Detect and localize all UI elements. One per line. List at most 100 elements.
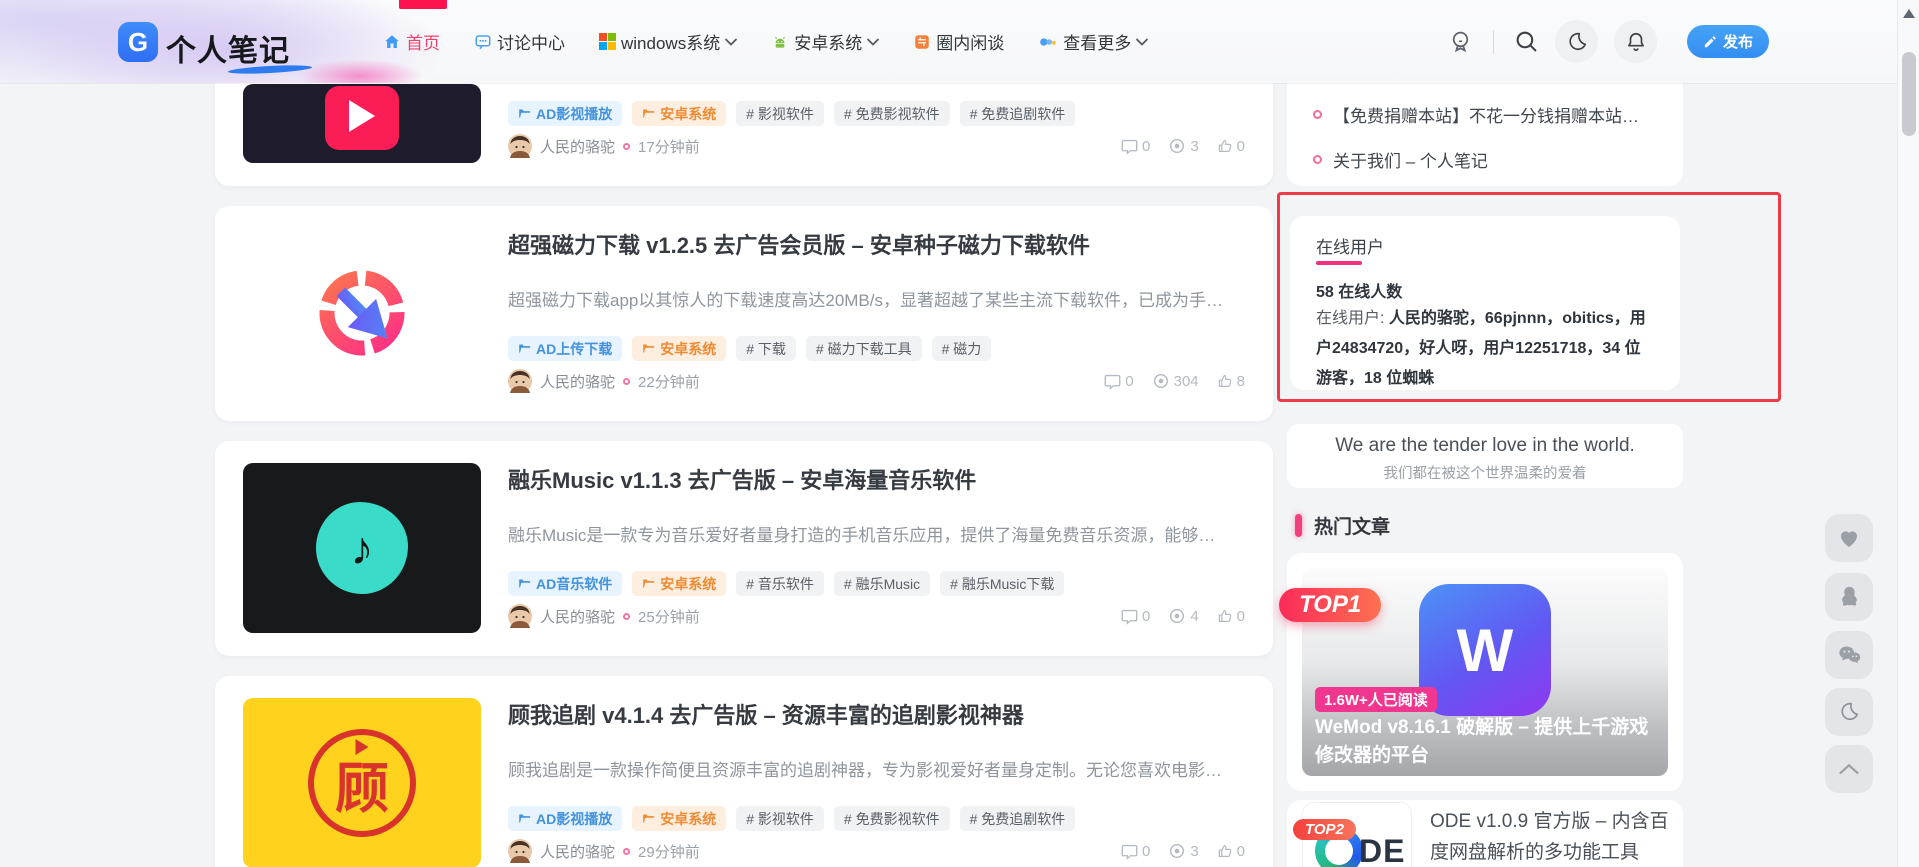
- hash-tag[interactable]: # 融乐Music: [834, 571, 930, 596]
- wechat-button[interactable]: [1825, 631, 1873, 679]
- post-card[interactable]: 顾 顾我追剧 v4.1.4 去广告版 – 资源丰富的追剧影视神器 顾我追剧是一款…: [215, 676, 1273, 867]
- avatar[interactable]: [508, 839, 532, 863]
- hash-tag[interactable]: # 免费追剧软件: [960, 101, 1076, 126]
- view-count: 304: [1174, 373, 1199, 390]
- search-button[interactable]: [1514, 29, 1539, 54]
- post-title[interactable]: 顾我追剧 v4.1.4 去广告版 – 资源丰富的追剧影视神器: [508, 698, 1248, 730]
- author-name[interactable]: 人民的骆驼: [540, 841, 615, 862]
- like-icon[interactable]: [1217, 843, 1233, 859]
- hot-articles-title: 热门文章: [1314, 512, 1390, 539]
- nav-label: 讨论中心: [497, 29, 565, 54]
- top2-article-title[interactable]: ODE v1.0.9 官方版 – 内含百度网盘解析的多功能工具: [1430, 806, 1686, 867]
- post-thumbnail[interactable]: [243, 84, 481, 163]
- post-thumbnail[interactable]: 顾: [243, 698, 481, 867]
- folder-icon: [642, 577, 655, 590]
- scrollbar[interactable]: [1897, 0, 1919, 867]
- main-nav: 首页 讨论中心 windows系统 安卓系统 圈内闲谈: [383, 0, 1148, 83]
- sidebar-link-donate[interactable]: 【免费捐赠本站】不花一分钱捐赠本站…: [1313, 102, 1663, 127]
- view-count: 3: [1190, 843, 1198, 860]
- dark-mode-button[interactable]: [1825, 688, 1873, 736]
- post-thumbnail[interactable]: [243, 228, 481, 398]
- folder-icon: [642, 107, 655, 120]
- category-tag[interactable]: 安卓系统: [632, 806, 726, 831]
- notifications-button[interactable]: [1614, 20, 1657, 63]
- nav-label: 圈内闲谈: [936, 29, 1004, 54]
- sidebar-link-about[interactable]: 关于我们 – 个人笔记: [1313, 147, 1663, 172]
- nav-item-discussion[interactable]: 讨论中心: [474, 29, 565, 54]
- quote-card: We are the tender love in the world. 我们都…: [1287, 424, 1683, 488]
- post-card[interactable]: 超强磁力下载 v1.2.5 去广告会员版 – 安卓种子磁力下载软件 超强磁力下载…: [215, 206, 1273, 421]
- avatar[interactable]: [508, 369, 532, 393]
- folder-icon: [642, 812, 655, 825]
- eye-icon: [1168, 607, 1186, 625]
- hash-tag[interactable]: # 免费追剧软件: [960, 806, 1076, 831]
- scroll-up-arrow[interactable]: [1903, 9, 1915, 18]
- link-label: 【免费捐赠本站】不花一分钱捐赠本站…: [1333, 102, 1639, 127]
- hash-tag[interactable]: # 影视软件: [736, 101, 824, 126]
- folder-icon: [518, 107, 531, 120]
- hot-article-top2[interactable]: DE TOP2 ODE v1.0.9 官方版 – 内含百度网盘解析的多功能工具: [1287, 800, 1683, 867]
- hash-tag[interactable]: # 融乐Music下载: [940, 571, 1064, 596]
- hot-articles-header: 热门文章: [1295, 512, 1390, 539]
- site-logo[interactable]: G: [118, 22, 158, 62]
- nav-item-windows[interactable]: windows系统: [599, 29, 737, 54]
- back-to-top-button[interactable]: [1825, 745, 1873, 793]
- author-name[interactable]: 人民的骆驼: [540, 606, 615, 627]
- avatar[interactable]: [508, 134, 532, 158]
- comment-icon: [1121, 608, 1138, 625]
- member-badge-button[interactable]: [1448, 29, 1473, 54]
- category-tag[interactable]: 安卓系统: [632, 336, 726, 361]
- top2-badge: TOP2: [1293, 819, 1356, 840]
- chevron-down-icon: [867, 38, 879, 46]
- hash-tag[interactable]: # 下载: [736, 336, 796, 361]
- like-icon[interactable]: [1217, 373, 1233, 389]
- like-icon[interactable]: [1217, 608, 1233, 624]
- scrollbar-thumb[interactable]: [1902, 52, 1916, 136]
- more-icon: [1038, 34, 1058, 50]
- online-count: 58 在线人数: [1316, 278, 1402, 302]
- nav-item-chat-circle[interactable]: 圈内闲谈: [913, 29, 1004, 54]
- like-icon[interactable]: [1217, 138, 1233, 154]
- author-name[interactable]: 人民的骆驼: [540, 371, 615, 392]
- nav-item-home[interactable]: 首页: [383, 29, 440, 54]
- category-tag[interactable]: AD影视播放: [508, 806, 622, 831]
- hash-tag[interactable]: # 音乐软件: [736, 571, 824, 596]
- play-icon: [349, 100, 375, 132]
- like-count: 0: [1237, 608, 1245, 625]
- chevron-down-icon: [1136, 38, 1148, 46]
- category-tag[interactable]: AD音乐软件: [508, 571, 622, 596]
- chevron-down-icon: [725, 38, 737, 46]
- logo-letter: G: [128, 27, 148, 58]
- post-title[interactable]: 超强磁力下载 v1.2.5 去广告会员版 – 安卓种子磁力下载软件: [508, 228, 1248, 260]
- favorite-button[interactable]: [1825, 514, 1873, 562]
- nav-item-android[interactable]: 安卓系统: [771, 29, 879, 54]
- category-tag[interactable]: AD上传下载: [508, 336, 622, 361]
- top1-article-title[interactable]: WeMod v8.16.1 破解版 – 提供上千游戏修改器的平台: [1315, 714, 1659, 770]
- avatar[interactable]: [508, 604, 532, 628]
- qq-button[interactable]: [1825, 573, 1873, 621]
- wechat-icon: [1836, 642, 1863, 669]
- nav-label: windows系统: [621, 29, 720, 54]
- author-name[interactable]: 人民的骆驼: [540, 136, 615, 157]
- online-users-prefix: 在线用户:: [1316, 310, 1389, 327]
- post-title[interactable]: 融乐Music v1.1.3 去广告版 – 安卓海量音乐软件: [508, 463, 1248, 495]
- post-card[interactable]: ♪ 融乐Music v1.1.3 去广告版 – 安卓海量音乐软件 融乐Music…: [215, 441, 1273, 656]
- post-thumbnail[interactable]: ♪: [243, 463, 481, 633]
- category-tag[interactable]: AD影视播放: [508, 101, 622, 126]
- search-icon: [1514, 29, 1539, 54]
- hash-tag[interactable]: # 免费影视软件: [834, 101, 950, 126]
- ode-logo-text: DE: [1359, 833, 1405, 867]
- site-title[interactable]: 个人笔记: [166, 26, 290, 70]
- eye-icon: [1152, 372, 1170, 390]
- hot-article-top1[interactable]: W 1.6W+人已阅读 WeMod v8.16.1 破解版 – 提供上千游戏修改…: [1287, 553, 1683, 791]
- nav-item-more[interactable]: 查看更多: [1038, 29, 1148, 54]
- hash-tag[interactable]: # 磁力: [932, 336, 992, 361]
- tag-label: 安卓系统: [660, 574, 716, 594]
- category-tag[interactable]: 安卓系统: [632, 571, 726, 596]
- hash-tag[interactable]: # 免费影视软件: [834, 806, 950, 831]
- hash-tag[interactable]: # 影视软件: [736, 806, 824, 831]
- category-tag[interactable]: 安卓系统: [632, 101, 726, 126]
- hash-tag[interactable]: # 磁力下载工具: [806, 336, 922, 361]
- dark-mode-toggle[interactable]: [1555, 20, 1598, 63]
- publish-button[interactable]: 发布: [1687, 25, 1769, 58]
